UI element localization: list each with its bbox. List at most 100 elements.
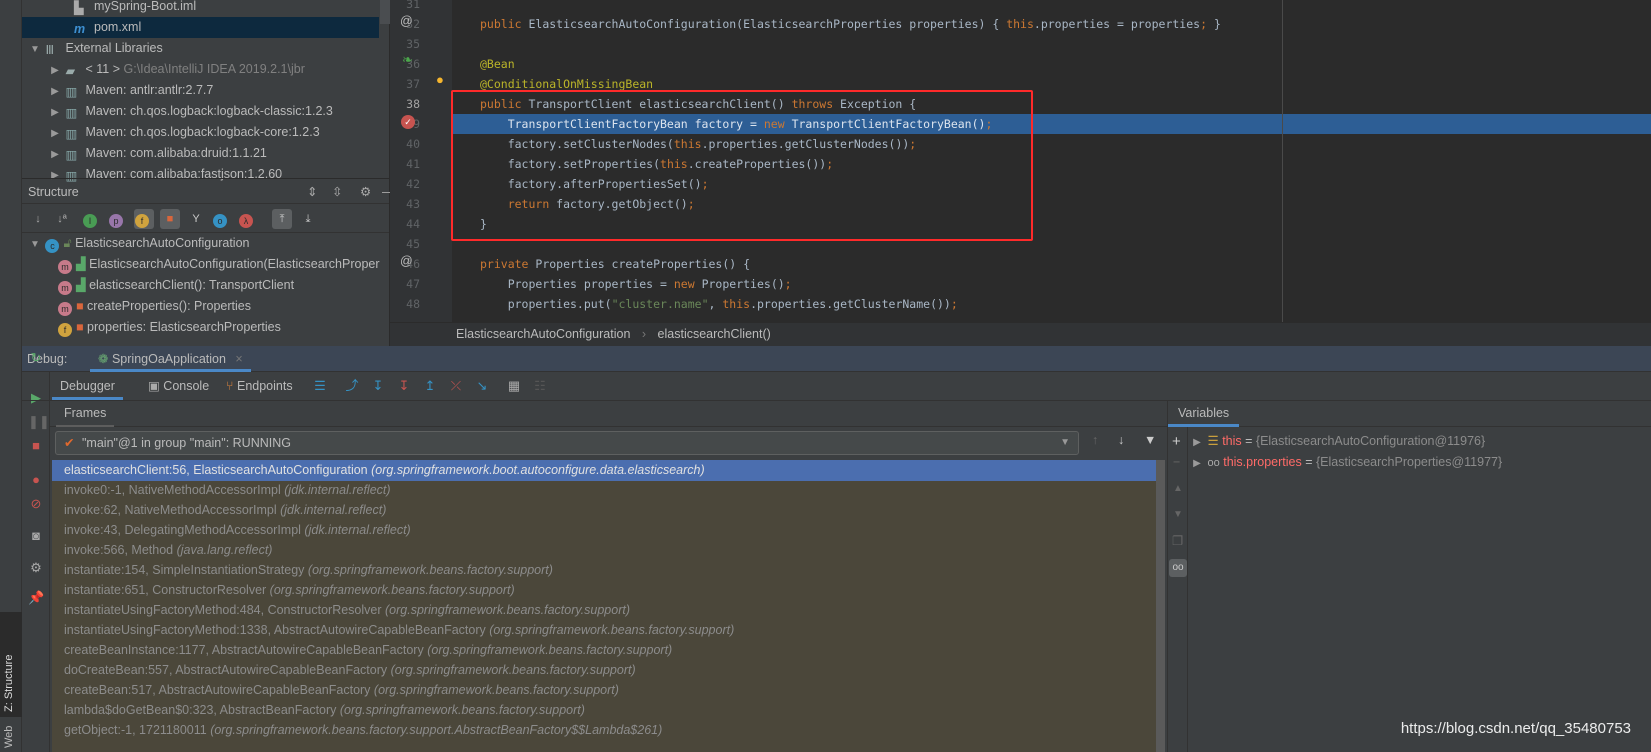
run-to-cursor-icon[interactable]: ↘ <box>474 378 490 394</box>
trace-icon[interactable]: ☷ <box>532 378 548 394</box>
drop-frame-icon[interactable]: ⤫ <box>448 378 464 394</box>
expanded-arrow-icon[interactable]: ▼ <box>28 39 42 60</box>
tab-console[interactable]: ▣ Console <box>140 372 217 400</box>
view-breakpoints-icon[interactable]: ● <box>28 472 44 488</box>
thread-selector[interactable]: ✔ "main"@1 in group "main": RUNNING ▼ <box>55 431 1079 455</box>
show-execution-point-icon[interactable]: ⤴ <box>344 378 360 394</box>
structure-item[interactable]: m ■ createProperties(): Properties <box>22 296 379 317</box>
show-inherited-icon[interactable]: I <box>83 214 97 228</box>
autoscroll-from-source-icon[interactable]: ⤓ <box>298 209 318 229</box>
add-watch-icon[interactable]: + <box>1172 433 1181 450</box>
move-down-icon[interactable]: ▼ <box>1173 509 1183 520</box>
stack-frame[interactable]: invoke:62, NativeMethodAccessorImpl (jdk… <box>52 500 1156 521</box>
structure-item[interactable]: m ▟ elasticsearchClient(): TransportClien… <box>22 275 379 296</box>
project-tree-item[interactable]: ▶ ▥ Maven: ch.qos.logback:logback-core:1.… <box>22 122 379 143</box>
stop-icon[interactable]: ■ <box>28 438 44 454</box>
override-marker-icon[interactable]: @ <box>400 14 413 28</box>
copy-icon[interactable]: ❐ <box>1172 533 1183 548</box>
code-line[interactable]: private Properties createProperties() { <box>480 254 750 274</box>
collapsed-arrow-icon[interactable]: ▶ <box>48 81 62 102</box>
step-over-icon[interactable]: ↧ <box>370 378 386 394</box>
close-icon[interactable]: × <box>235 352 242 366</box>
show-fields-icon[interactable]: f <box>135 214 149 228</box>
previous-frame-icon[interactable]: ↑ <box>1092 433 1098 447</box>
project-tree-item[interactable]: ▶ ▥ Maven: ch.qos.logback:logback-classic… <box>22 101 379 122</box>
filter-icon[interactable]: ▼ <box>1144 433 1156 447</box>
stack-frame[interactable]: invoke0:-1, NativeMethodAccessorImpl (jd… <box>52 480 1156 501</box>
stack-frame[interactable]: getObject:-1, 1721180011 (org.springfram… <box>52 720 1156 741</box>
stack-frame[interactable]: invoke:43, DelegatingMethodAccessorImpl … <box>52 520 1156 541</box>
project-tree-item[interactable]: ▙ mySpring-Boot.iml <box>22 0 379 17</box>
project-tree-item[interactable]: ▼ Ⅲ External Libraries <box>22 38 379 59</box>
project-tree-item[interactable]: ▶ ▥ Maven: com.alibaba:druid:1.1.21 <box>22 143 379 164</box>
collapsed-arrow-icon[interactable]: ▶ <box>48 123 62 144</box>
override-marker-icon[interactable]: @ <box>400 254 413 268</box>
variable-row[interactable]: ▶ oo this.properties = {ElasticsearchPro… <box>1190 452 1502 473</box>
move-up-icon[interactable]: ▲ <box>1173 483 1183 494</box>
collapsed-arrow-icon[interactable]: ▶ <box>48 144 62 165</box>
pause-icon[interactable]: ❚❚ <box>28 414 50 430</box>
breakpoint-icon[interactable]: ✓ <box>401 115 415 129</box>
rerun-icon[interactable]: ↻ <box>28 350 44 366</box>
autoscroll-to-source-icon[interactable]: ⤒ <box>272 209 292 229</box>
stack-frame[interactable]: lambda$doGetBean$0:323, AbstractBeanFact… <box>52 700 1156 721</box>
stack-frame[interactable]: instantiate:154, SimpleInstantiationStra… <box>52 560 1156 581</box>
collapsed-arrow-icon[interactable]: ▶ <box>48 60 62 81</box>
project-tree-item[interactable]: ▶ ▥ Maven: antlr:antlr:2.7.7 <box>22 80 379 101</box>
mute-breakpoints-icon[interactable]: ⊘ <box>28 496 44 512</box>
pin-icon[interactable]: 📌 <box>28 590 44 606</box>
show-watches-icon[interactable]: oo <box>1169 559 1187 577</box>
side-tab-structure[interactable]: Z: Structure <box>0 612 22 717</box>
show-properties-icon[interactable]: p <box>109 214 123 228</box>
expand-all-icon[interactable]: ⇕ <box>307 179 317 205</box>
sort-alpha-icon[interactable]: ↓ª <box>52 209 72 229</box>
stack-frame[interactable]: instantiateUsingFactoryMethod:1338, Abst… <box>52 620 1156 641</box>
collapsed-arrow-icon[interactable]: ▶ <box>1190 453 1204 474</box>
gear-icon[interactable]: ⚙ <box>360 179 371 205</box>
layout-icon[interactable]: ☰ <box>312 378 328 394</box>
code-line[interactable]: @Bean <box>480 54 515 74</box>
side-tab-web[interactable]: Web <box>3 726 15 748</box>
code-line[interactable]: public ElasticsearchAutoConfiguration(El… <box>480 14 1221 34</box>
step-out-icon[interactable]: ↥ <box>422 378 438 394</box>
lambda-icon[interactable]: λ <box>239 214 253 228</box>
next-frame-icon[interactable]: ↓ <box>1118 433 1124 447</box>
project-tree-item[interactable]: ▶ ▰ < 11 > G:\Idea\IntelliJ IDEA 2019.2.1… <box>22 59 379 80</box>
show-lambdas-icon[interactable]: o <box>213 214 227 228</box>
step-into-icon[interactable]: ↧ <box>396 378 412 394</box>
structure-item[interactable]: m ▟ ElasticsearchAutoConfiguration(Elasti… <box>22 254 380 275</box>
expanded-arrow-icon[interactable]: ▼ <box>28 234 42 255</box>
stack-frame[interactable]: instantiateUsingFactoryMethod:484, Const… <box>52 600 1156 621</box>
stack-frame[interactable]: elasticsearchClient:56, ElasticsearchAut… <box>52 460 1156 481</box>
project-tree-item[interactable]: m pom.xml <box>22 17 379 38</box>
show-non-public-icon[interactable]: ■ <box>160 209 180 229</box>
structure-item[interactable]: f ■ properties: ElasticsearchProperties <box>22 317 379 338</box>
debug-session-tab[interactable]: ❁ SpringOaApplication × <box>90 346 251 372</box>
evaluate-expression-icon[interactable]: ▦ <box>506 378 522 394</box>
stack-frame[interactable]: instantiate:651, ConstructorResolver (or… <box>52 580 1156 601</box>
stack-frame[interactable]: invoke:566, Method (java.lang.reflect) <box>52 540 1156 561</box>
breadcrumb-class[interactable]: ElasticsearchAutoConfiguration <box>456 327 630 341</box>
structure-root[interactable]: ▼ c 🔓︎ ElasticsearchAutoConfiguration <box>22 233 379 254</box>
stack-frame[interactable]: doCreateBean:557, AbstractAutowireCapabl… <box>52 660 1156 681</box>
camera-icon[interactable]: ◙ <box>28 528 44 544</box>
project-scrollbar[interactable] <box>380 0 390 24</box>
remove-watch-icon[interactable]: − <box>1173 455 1180 469</box>
frames-scrollbar[interactable] <box>1156 460 1165 752</box>
spring-bean-icon[interactable]: ❧ <box>402 52 413 68</box>
collapsed-arrow-icon[interactable]: ▶ <box>48 102 62 123</box>
collapse-all-icon[interactable]: ⇳ <box>332 179 342 205</box>
code-line[interactable]: Properties properties = new Properties()… <box>480 274 792 294</box>
code-line[interactable]: properties.put("cluster.name", this.prop… <box>480 294 958 314</box>
sort-by-visibility-icon[interactable]: ↓ <box>28 209 48 229</box>
show-anonymous-icon[interactable]: Y <box>186 209 206 229</box>
settings-icon[interactable]: ⚙ <box>28 560 44 576</box>
frames-list[interactable]: elasticsearchClient:56, ElasticsearchAut… <box>52 460 1156 752</box>
lightbulb-icon[interactable]: ● <box>436 72 444 87</box>
stack-frame[interactable]: createBeanInstance:1177, AbstractAutowir… <box>52 640 1156 661</box>
collapsed-arrow-icon[interactable]: ▶ <box>1190 432 1204 453</box>
breadcrumb-method[interactable]: elasticsearchClient() <box>658 327 771 341</box>
tab-endpoints[interactable]: ⑂ Endpoints <box>218 372 301 400</box>
variable-row[interactable]: ▶ ☰ this = {ElasticsearchAutoConfigurati… <box>1190 431 1485 452</box>
tab-debugger[interactable]: Debugger <box>52 372 123 400</box>
